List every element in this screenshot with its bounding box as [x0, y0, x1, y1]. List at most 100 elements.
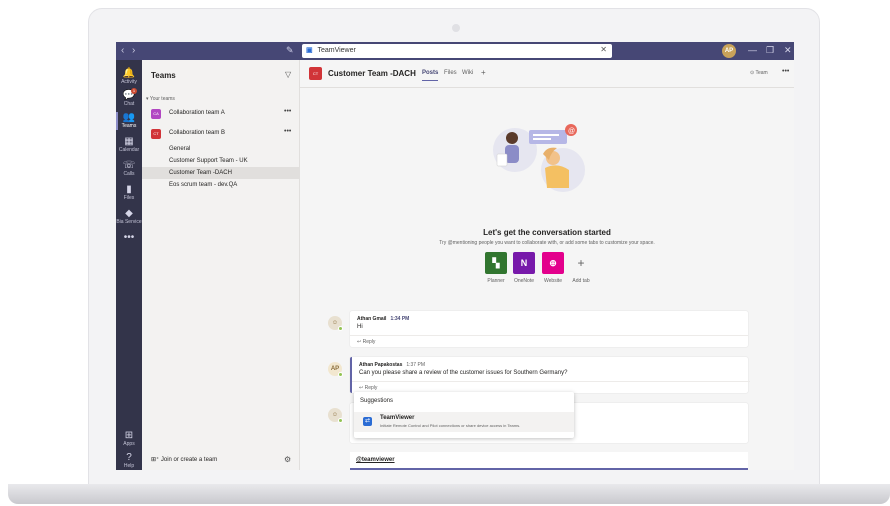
- calendar-icon: ▦: [124, 136, 134, 147]
- divider: [350, 335, 748, 336]
- rail-files[interactable]: ▮ Files: [116, 184, 142, 201]
- avatar: AP: [328, 362, 343, 377]
- avatar[interactable]: AP: [722, 44, 736, 58]
- chat-icon: 💬: [122, 90, 136, 101]
- reply-button[interactable]: ↩ Reply: [357, 339, 375, 345]
- tab-wiki[interactable]: Wiki: [462, 70, 473, 76]
- apps-icon: ⊞: [124, 430, 134, 441]
- message-author: Athan Gmail 1:34 PM: [357, 316, 410, 322]
- channel-support-uk[interactable]: Customer Support Team - UK: [142, 155, 300, 167]
- rail-label: Chat: [123, 101, 135, 107]
- rail-teams[interactable]: 👥 Teams: [116, 112, 142, 130]
- app-label: Add tab: [572, 278, 590, 284]
- globe-icon: ⊕: [549, 258, 557, 268]
- rail-bia-service[interactable]: ◆ Bia Service: [116, 208, 142, 225]
- close-search-icon[interactable]: ✕: [600, 45, 607, 54]
- rail-label: Teams: [121, 123, 137, 129]
- search-box[interactable]: ▣ TeamViewer ✕: [302, 44, 612, 58]
- add-tab-icon[interactable]: +: [481, 68, 486, 77]
- team-icon: CA: [151, 109, 161, 119]
- compose-icon[interactable]: ✎: [286, 45, 294, 56]
- divider: [352, 381, 750, 382]
- avatar: ☺: [328, 408, 343, 423]
- onenote-icon: N: [520, 258, 528, 268]
- message-card: Athan Papakostas 1:37 PM Can you please s…: [350, 357, 750, 393]
- channel-eos-scrum[interactable]: Eos scrum team - dev.QA: [142, 179, 300, 191]
- teams-window: ‹ › ✎ ▣ TeamViewer ✕ AP — ❐ ✕ 🔔 Activity…: [116, 42, 794, 470]
- rail-label: Files: [123, 195, 135, 201]
- rail-activity[interactable]: 🔔 Activity: [116, 68, 142, 85]
- presence-dot: [338, 326, 343, 331]
- rail-label: Apps: [123, 441, 135, 447]
- more-icon[interactable]: •••: [782, 68, 789, 75]
- team-icon: CT: [151, 129, 161, 139]
- more-options-icon[interactable]: •••: [284, 128, 291, 135]
- rail-more[interactable]: •••: [116, 232, 142, 243]
- plus-icon: +: [577, 256, 585, 270]
- gear-icon[interactable]: ⚙: [284, 455, 291, 464]
- more-icon: •••: [123, 232, 135, 243]
- minimize-icon[interactable]: —: [748, 45, 757, 55]
- chat-badge: 1: [131, 88, 137, 94]
- rail-label: Calendar: [118, 147, 140, 153]
- channel-main: CT Customer Team -DACH Posts Files Wiki …: [300, 60, 794, 470]
- filter-icon[interactable]: ▽: [285, 70, 291, 79]
- tab-posts[interactable]: Posts: [422, 70, 439, 81]
- rail-label: Help: [123, 463, 135, 469]
- team-button[interactable]: ⊙ Team: [750, 70, 768, 76]
- team-name: Collaboration team A: [169, 110, 225, 116]
- maximize-icon[interactable]: ❐: [766, 45, 774, 56]
- add-tab-button[interactable]: +: [570, 252, 592, 274]
- welcome-title: Let's get the conversation started: [483, 228, 611, 237]
- channel-general[interactable]: General: [142, 143, 300, 155]
- suggestion-name: TeamViewer: [380, 415, 415, 421]
- message-author: Athan Papakostas 1:37 PM: [359, 362, 425, 368]
- laptop-base: [8, 484, 890, 504]
- compose-box[interactable]: @teamviewer: [350, 452, 748, 470]
- add-team-icon: ⊞⁺: [151, 457, 161, 463]
- more-options-icon[interactable]: •••: [284, 108, 291, 115]
- rail-help[interactable]: ? Help: [116, 452, 142, 469]
- camera-icon: [452, 24, 460, 32]
- rail-chat[interactable]: 💬 1 Chat: [116, 88, 142, 107]
- presence-dot: [338, 372, 343, 377]
- suggestions-header: Suggestions: [360, 398, 394, 404]
- avatar: ☺: [328, 316, 343, 331]
- onenote-app[interactable]: N: [513, 252, 535, 274]
- suggestions-popup: Suggestions ⇄ TeamViewer Initiate Remote…: [354, 392, 574, 438]
- rail-apps[interactable]: ⊞ Apps: [116, 430, 142, 447]
- tab-files[interactable]: Files: [444, 70, 457, 76]
- teams-title: Teams: [151, 71, 176, 80]
- phone-icon: ☏: [122, 160, 136, 171]
- channel-team-icon: CT: [309, 67, 322, 80]
- close-icon[interactable]: ✕: [784, 45, 792, 56]
- compose-text: @teamviewer: [356, 457, 395, 463]
- teams-icon: 👥: [122, 112, 136, 123]
- welcome-subtitle: Try @mentioning people you want to colla…: [439, 240, 655, 246]
- title-bar: ‹ › ✎ ▣ TeamViewer ✕ AP — ❐ ✕: [116, 42, 794, 60]
- rail-calls[interactable]: ☏ Calls: [116, 160, 142, 177]
- search-value: TeamViewer: [317, 47, 356, 54]
- team-collaboration-b[interactable]: CT Collaboration team B •••: [142, 127, 300, 141]
- planner-app[interactable]: ▚: [485, 252, 507, 274]
- bell-icon: 🔔: [122, 68, 136, 79]
- rail-calendar[interactable]: ▦ Calendar: [116, 136, 142, 153]
- teams-panel: Teams ▽ ▾ Your teams CA Collaboration te…: [142, 60, 300, 470]
- teamviewer-icon: ⇄: [363, 417, 372, 426]
- reply-button[interactable]: ↩ Reply: [359, 385, 377, 391]
- team-collaboration-a[interactable]: CA Collaboration team A •••: [142, 107, 300, 121]
- join-label: Join or create a team: [160, 457, 218, 463]
- presence-dot: [338, 418, 343, 423]
- message-body: Hi: [357, 324, 363, 330]
- rail-label: Bia Service: [116, 219, 142, 225]
- files-icon: ▮: [126, 184, 132, 195]
- join-create-team[interactable]: ⊞⁺ Join or create a team: [151, 456, 217, 463]
- channel-header: CT Customer Team -DACH Posts Files Wiki …: [300, 60, 794, 88]
- suggestion-desc: Initiate Remote Control and Pilot connec…: [380, 423, 521, 428]
- suggestion-teamviewer[interactable]: ⇄ TeamViewer Initiate Remote Control and…: [354, 412, 574, 432]
- channel-customer-dach[interactable]: Customer Team -DACH: [142, 167, 300, 179]
- back-icon[interactable]: ‹: [121, 45, 124, 56]
- website-app[interactable]: ⊕: [542, 252, 564, 274]
- planner-icon: ▚: [492, 258, 500, 268]
- forward-icon[interactable]: ›: [132, 45, 135, 56]
